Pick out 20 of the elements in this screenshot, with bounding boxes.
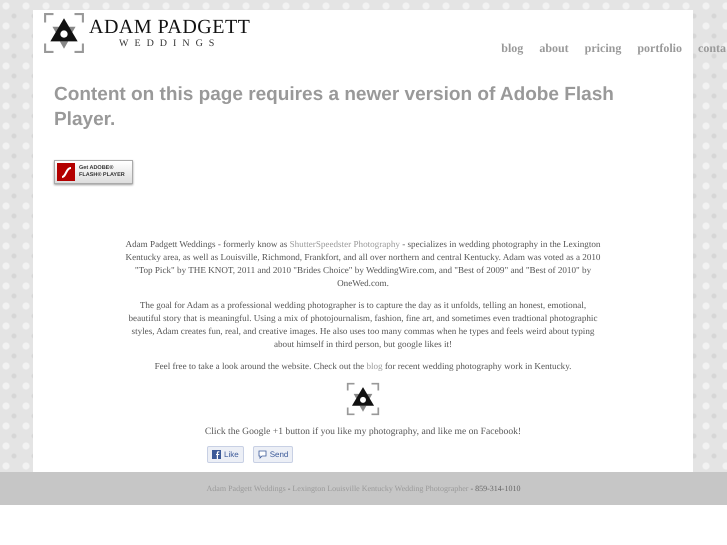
nav-link[interactable]: about (539, 41, 569, 56)
intro-paragraph: Feel free to take a look around the website. Check out the blog for recent wedding photography work in Kentucky. (154, 360, 572, 373)
brand-tagline: WEDDINGS (119, 38, 220, 50)
send-button[interactable]: Send (252, 446, 294, 463)
nav-link[interactable]: pricing (584, 41, 622, 56)
logo-icon (345, 382, 381, 416)
text-link[interactable]: blog (366, 361, 383, 371)
text-link[interactable]: ShutterSpeedster Photography (290, 239, 400, 249)
nav-link[interactable]: conta (698, 41, 726, 56)
flash-icon (57, 163, 75, 181)
like-button[interactable]: Like (207, 446, 244, 463)
intro-paragraph: The goal for Adam as a professional wedding photographer is to capture the day as it unfolds, telling an honest, emotional, beautiful story that is meaningful. Using a mix of photojournalism, fashion, fine art, and sometimes even tradtional photographic styles, Adam creates fun, real, and creative images. He also uses too many commas when he types and feels weird about typing about himself in third person, but google likes it! (128, 299, 598, 351)
nav-link[interactable]: blog (501, 41, 524, 56)
intro-paragraph: Adam Padgett Weddings - formerly know as ShutterSpeedster Photography - specializes in wedding photography in the Lexington Kentucky area, as well as Louisville, Richmond, Frankfort, and all over northern and central Kentucky. Adam was voted as a 2010 "Top Pick" by THE KNOT, 2011 and 2010 "Brides Choice" by WeddingWire.com, and "Best of 2009" and "Best of 2010" by OneWed.com. (124, 238, 602, 290)
social-prompt: Click the Google +1 button if you like my photography, and like me on Facebook! (204, 426, 522, 437)
brand-name: ADAM PADGETT (89, 16, 250, 38)
flash-notice-heading: Content on this page requires a newer version of Adobe Flash Player. (54, 83, 615, 132)
facebook-icon (212, 450, 221, 459)
nav-link[interactable]: portfolio (637, 41, 682, 56)
speech-bubble-icon (258, 450, 267, 459)
